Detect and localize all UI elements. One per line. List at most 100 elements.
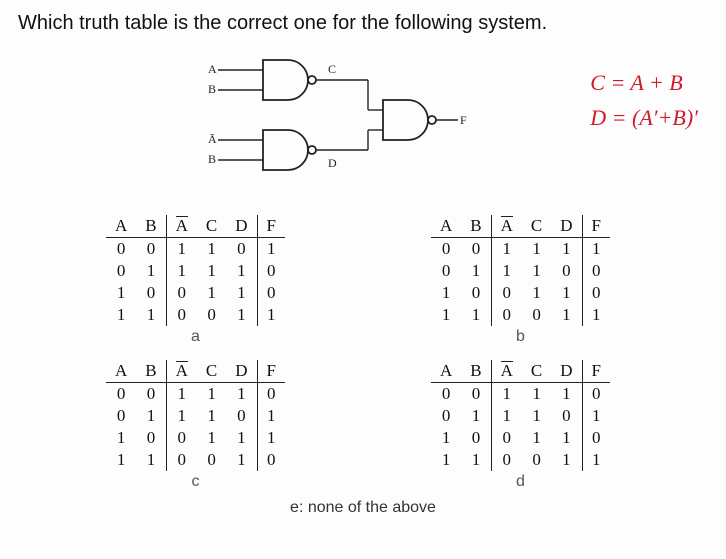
- node-c-label: C: [328, 62, 336, 76]
- col-header: A: [106, 360, 136, 383]
- table-cell: 1: [551, 427, 582, 449]
- table-cell: 0: [491, 449, 522, 471]
- table-cell: 0: [431, 238, 461, 261]
- table-a-label: a: [68, 328, 323, 346]
- table-cell: 1: [197, 405, 226, 427]
- table-cell: 1: [197, 282, 226, 304]
- table-row: 100110: [106, 282, 285, 304]
- table-cell: 1: [197, 427, 226, 449]
- table-cell: 0: [257, 449, 285, 471]
- table-cell: 1: [582, 449, 610, 471]
- table-cell: 1: [491, 238, 522, 261]
- node-d-label: D: [328, 156, 337, 170]
- table-cell: 0: [136, 383, 166, 406]
- table-cell: 1: [491, 383, 522, 406]
- truth-table-d: ABACDF001110011101100110110011: [431, 360, 610, 471]
- table-cell: 1: [257, 427, 285, 449]
- table-cell: 0: [197, 304, 226, 326]
- table-cell: 0: [431, 405, 461, 427]
- table-cell: 1: [491, 260, 522, 282]
- input-a-label: A: [208, 62, 217, 76]
- table-cell: 1: [551, 282, 582, 304]
- table-cell: 0: [522, 449, 551, 471]
- table-cell: 1: [197, 383, 226, 406]
- table-cell: 1: [522, 260, 551, 282]
- col-header: F: [257, 215, 285, 238]
- table-cell: 0: [491, 427, 522, 449]
- col-header: D: [226, 360, 257, 383]
- col-header: D: [551, 215, 582, 238]
- table-cell: 0: [106, 238, 136, 261]
- table-c-label: c: [68, 473, 323, 491]
- table-cell: 0: [461, 427, 491, 449]
- table-cell: 0: [166, 449, 197, 471]
- table-d-label: d: [393, 473, 648, 491]
- table-cell: 1: [106, 304, 136, 326]
- table-cell: 0: [431, 383, 461, 406]
- table-cell: 0: [257, 282, 285, 304]
- col-header: C: [197, 215, 226, 238]
- col-header: A: [491, 215, 522, 238]
- col-header: C: [522, 360, 551, 383]
- table-cell: 1: [197, 238, 226, 261]
- col-header: A: [431, 215, 461, 238]
- table-cell: 1: [461, 260, 491, 282]
- table-cell: 0: [461, 383, 491, 406]
- table-cell: 1: [136, 405, 166, 427]
- table-cell: 1: [226, 282, 257, 304]
- col-header: C: [522, 215, 551, 238]
- table-cell: 0: [551, 405, 582, 427]
- table-row: 110011: [431, 304, 610, 326]
- table-row: 001110: [431, 383, 610, 406]
- tables-grid: ABACDF001101011110100110110011 a ABACDF0…: [18, 215, 708, 491]
- table-cell: 1: [257, 238, 285, 261]
- table-a-wrap: ABACDF001101011110100110110011 a: [68, 215, 323, 346]
- table-row: 100110: [431, 282, 610, 304]
- table-row: 001101: [106, 238, 285, 261]
- col-header: B: [461, 215, 491, 238]
- table-cell: 1: [522, 238, 551, 261]
- table-cell: 1: [257, 405, 285, 427]
- table-cell: 1: [166, 260, 197, 282]
- table-cell: 1: [551, 383, 582, 406]
- table-cell: 0: [522, 304, 551, 326]
- col-header: A: [106, 215, 136, 238]
- table-row: 100110: [431, 427, 610, 449]
- table-cell: 0: [136, 238, 166, 261]
- table-cell: 0: [166, 282, 197, 304]
- table-cell: 1: [226, 427, 257, 449]
- table-cell: 1: [226, 449, 257, 471]
- col-header: A: [431, 360, 461, 383]
- table-row: 011110: [106, 260, 285, 282]
- table-cell: 0: [136, 427, 166, 449]
- table-cell: 0: [136, 282, 166, 304]
- output-f-label: F: [460, 113, 467, 127]
- table-row: 110010: [106, 449, 285, 471]
- table-c-wrap: ABACDF001110011101100111110010 c: [68, 360, 323, 491]
- col-header: F: [257, 360, 285, 383]
- table-cell: 1: [431, 282, 461, 304]
- table-row: 001110: [106, 383, 285, 406]
- table-cell: 1: [522, 282, 551, 304]
- table-cell: 1: [431, 304, 461, 326]
- table-cell: 1: [491, 405, 522, 427]
- col-header: F: [582, 360, 610, 383]
- input-b-label: B: [208, 82, 216, 96]
- col-header: B: [136, 215, 166, 238]
- table-cell: 0: [106, 405, 136, 427]
- table-row: 011101: [431, 405, 610, 427]
- table-cell: 1: [226, 260, 257, 282]
- table-cell: 0: [226, 238, 257, 261]
- table-cell: 1: [551, 449, 582, 471]
- table-cell: 0: [582, 260, 610, 282]
- input-abar-label: Ā: [208, 132, 217, 146]
- table-cell: 1: [226, 383, 257, 406]
- table-cell: 0: [106, 260, 136, 282]
- table-b-label: b: [393, 328, 648, 346]
- annotation-c: C = A + B: [590, 65, 698, 100]
- table-cell: 1: [166, 383, 197, 406]
- col-header: F: [582, 215, 610, 238]
- truth-table-c: ABACDF001110011101100111110010: [106, 360, 285, 471]
- table-cell: 1: [461, 304, 491, 326]
- table-cell: 1: [522, 383, 551, 406]
